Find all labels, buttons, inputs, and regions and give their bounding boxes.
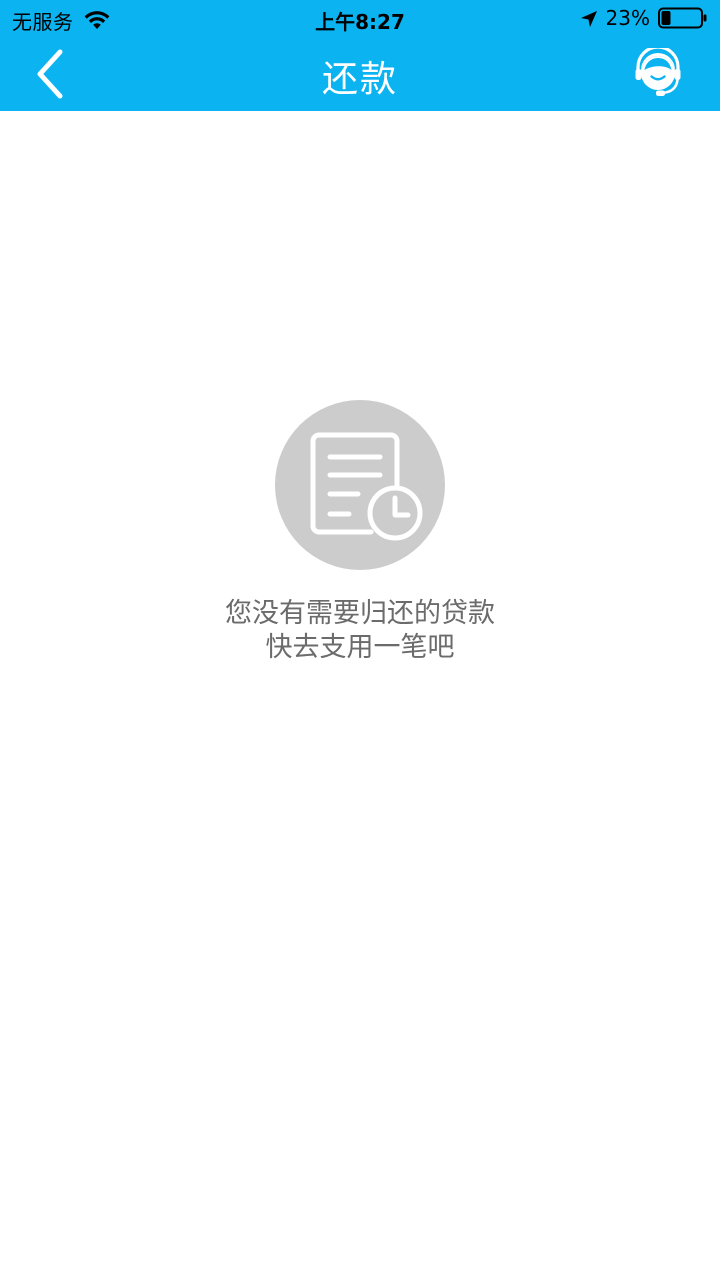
customer-service-icon [635, 45, 681, 96]
empty-message-line2: 快去支用一笔吧 [265, 632, 455, 663]
repayment-screen: 无服务 上午8:27 23% 还款 您没有需要归还的贷款 快去支用一笔吧 [0, 0, 720, 1280]
status-bar: 无服务 上午8:27 23% [0, 0, 720, 38]
status-right: 23% [580, 6, 708, 30]
location-arrow-icon [580, 9, 598, 27]
navigation-bar: 还款 [0, 38, 720, 111]
empty-message: 您没有需要归还的贷款 快去支用一笔吧 [0, 597, 720, 665]
document-clock-icon [275, 400, 445, 570]
battery-icon [658, 7, 708, 29]
header: 无服务 上午8:27 23% 还款 [0, 0, 720, 111]
customer-service-button[interactable] [632, 45, 684, 100]
page-title: 还款 [321, 59, 398, 100]
empty-message-line1: 您没有需要归还的贷款 [225, 598, 495, 629]
battery-percent: 23% [605, 6, 650, 30]
